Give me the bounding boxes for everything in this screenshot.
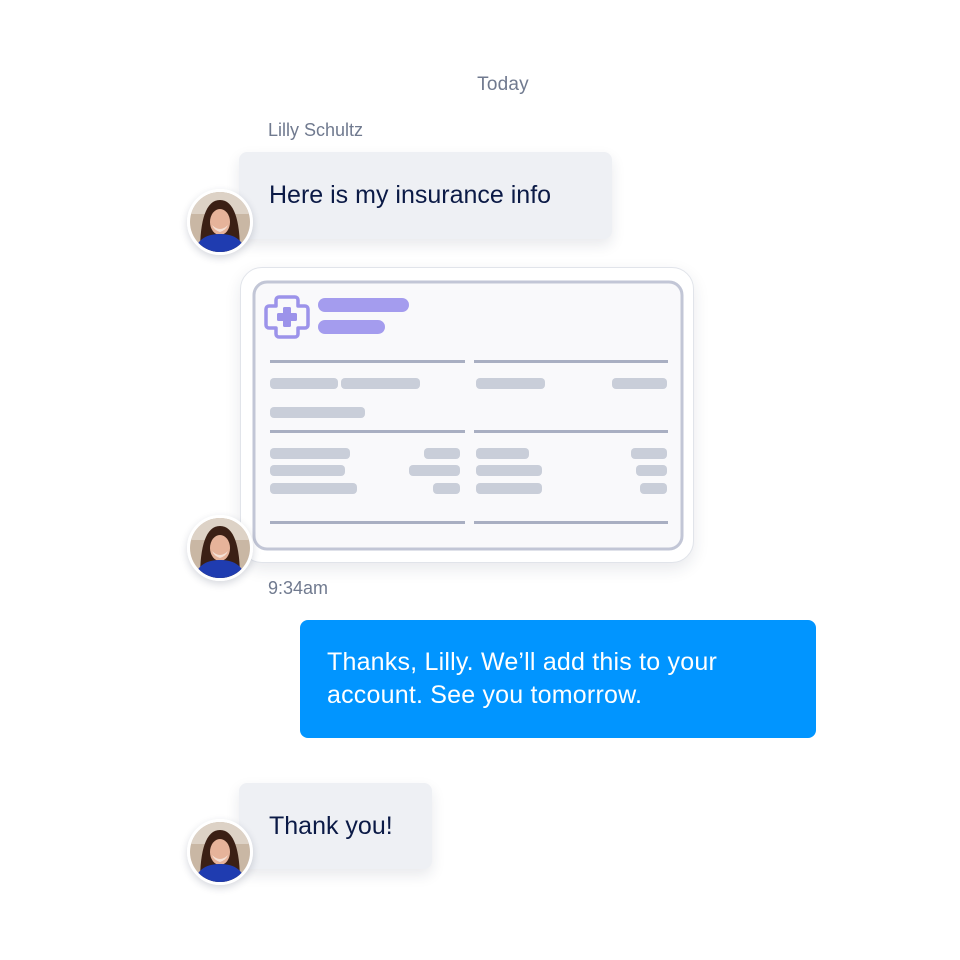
avatar-photo [190, 518, 250, 578]
message-bubble-outgoing: Thanks, Lilly. We’ll add this to your ac… [300, 620, 816, 738]
insurance-card-image [252, 280, 684, 551]
avatar-photo [190, 822, 250, 882]
avatar[interactable] [187, 515, 253, 581]
insurance-card-attachment[interactable] [240, 267, 694, 563]
date-divider: Today [477, 74, 529, 95]
message-bubble-incoming: Here is my insurance info [239, 152, 612, 239]
message-text: Here is my insurance info [269, 181, 552, 209]
sender-name: Lilly Schultz [268, 120, 364, 140]
message-text: Thank you! [269, 812, 393, 840]
message-text: Thanks, Lilly. We’ll add this to your ac… [327, 648, 717, 709]
message-timestamp: 9:34am [268, 578, 329, 598]
avatar-photo [190, 192, 250, 252]
message-bubble-incoming: Thank you! [239, 783, 432, 869]
avatar[interactable] [187, 819, 253, 885]
avatar[interactable] [187, 189, 253, 255]
